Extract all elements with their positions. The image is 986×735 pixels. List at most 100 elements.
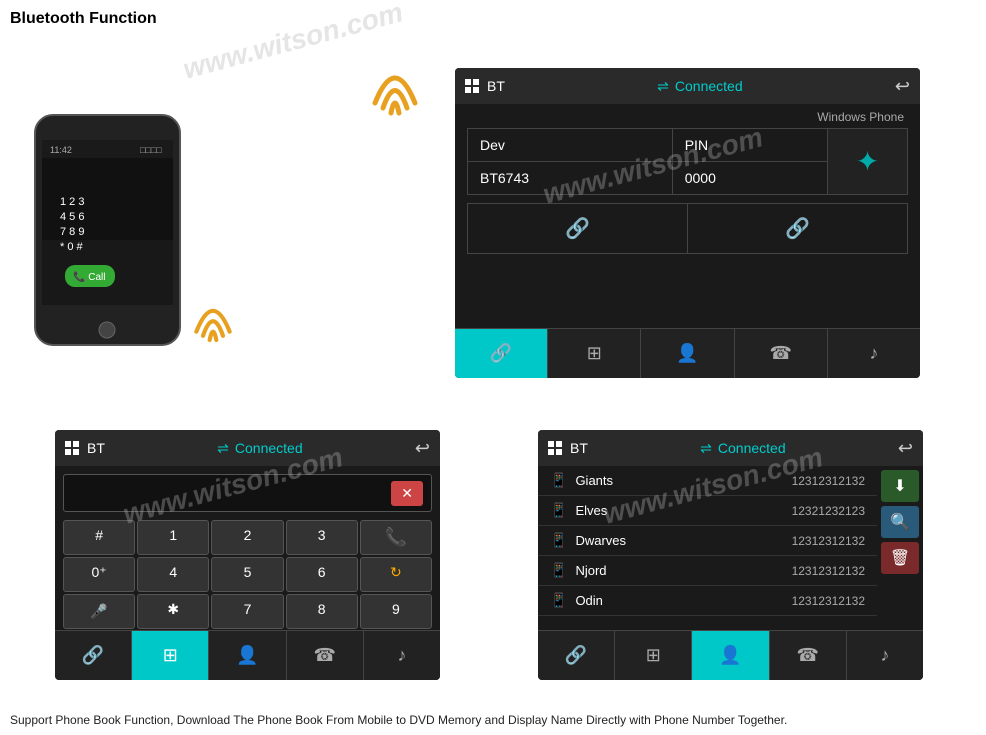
disconnect-action[interactable]: 🔗	[688, 204, 907, 253]
windows-phone-label: Windows Phone	[455, 104, 920, 128]
contact-name-elves: Elves	[575, 503, 791, 518]
key-call[interactable]: 📞	[360, 520, 432, 555]
phone-icon-njord: 📱	[550, 562, 567, 579]
contact-number-njord: 12312312132	[792, 564, 865, 578]
caption: Support Phone Book Function, Download Th…	[10, 713, 976, 727]
keypad-connected-arrows: ⇌	[217, 440, 229, 457]
grid-icon-keypad	[65, 441, 79, 455]
phone-illustration: 11:42 □□□□ 1 2 3 4 5 6 7 8 9 * 0 # 📞 Cal…	[30, 110, 210, 370]
svg-text:11:42: 11:42	[50, 145, 72, 155]
connected-arrows-icon: ⇌	[657, 78, 669, 95]
svg-text:7 8 9: 7 8 9	[60, 226, 84, 238]
key-2[interactable]: 2	[211, 520, 283, 555]
keypad-input: ✕	[63, 474, 432, 512]
screen-keypad-header: BT ⇌ Connected ↩	[55, 430, 440, 466]
contact-name-giants: Giants	[575, 473, 791, 488]
bt-icon-cell: ✦	[828, 129, 908, 195]
screen-contacts-status: ⇌ Connected	[700, 440, 785, 457]
screen-main-status: ⇌ Connected	[657, 78, 742, 95]
page-title: Bluetooth Function	[10, 10, 157, 28]
contact-giants[interactable]: 📱 Giants 12312312132	[538, 466, 877, 496]
key-6[interactable]: 6	[286, 557, 358, 592]
keypad-nav-phone[interactable]: ☎	[287, 631, 364, 680]
nav-tab-grid[interactable]: ⊞	[548, 329, 641, 378]
back-button-keypad[interactable]: ↩	[415, 438, 430, 459]
svg-text:1 2 3: 1 2 3	[60, 196, 84, 208]
contact-dwarves[interactable]: 📱 Dwarves 12312312132	[538, 526, 877, 556]
keypad-nav-music[interactable]: ♪	[364, 631, 440, 680]
screen-keypad-app-label: BT	[87, 440, 105, 456]
keypad-nav-link[interactable]: 🔗	[55, 631, 132, 680]
delete-button[interactable]: 🗑	[881, 542, 919, 574]
nav-tab-phone[interactable]: ☎	[735, 329, 828, 378]
contacts-nav-contacts[interactable]: 👤	[692, 631, 769, 680]
contacts-nav-link[interactable]: 🔗	[538, 631, 615, 680]
bt-device-table-container: Dev PIN ✦ BT6743 0000 🔗 🔗	[455, 128, 920, 254]
key-8[interactable]: 8	[286, 594, 358, 629]
key-7[interactable]: 7	[211, 594, 283, 629]
bluetooth-signal-top	[365, 48, 425, 130]
screen-contacts-header: BT ⇌ Connected ↩	[538, 430, 923, 466]
key-5[interactable]: 5	[211, 557, 283, 592]
screen-keypad-nav: 🔗 ⊞ 👤 ☎ ♪	[55, 630, 440, 680]
screen-keypad: BT ⇌ Connected ↩ ✕ # 1 2 3 📞 0⁺ 4 5 6 ↻ …	[55, 430, 440, 680]
phone-icon-elves: 📱	[550, 502, 567, 519]
connect-icon: 🔗	[565, 218, 590, 240]
key-3[interactable]: 3	[286, 520, 358, 555]
disconnect-icon: 🔗	[785, 218, 810, 240]
download-button[interactable]: ⬇	[881, 470, 919, 502]
nav-tab-music[interactable]: ♪	[828, 329, 920, 378]
screen-main-header-left: BT	[465, 78, 505, 94]
keypad-nav-contacts[interactable]: 👤	[209, 631, 286, 680]
contacts-content: 📱 Giants 12312312132 📱 Elves 12321232123…	[538, 466, 923, 616]
connect-action[interactable]: 🔗	[468, 204, 688, 253]
search-button[interactable]: 🔍	[881, 506, 919, 538]
bluetooth-icon: ✦	[856, 146, 879, 177]
back-button-contacts[interactable]: ↩	[898, 438, 913, 459]
contact-name-odin: Odin	[575, 593, 791, 608]
phone-icon-dwarves: 📱	[550, 532, 567, 549]
screen-keypad-header-left: BT	[65, 440, 105, 456]
action-row: 🔗 🔗	[467, 203, 908, 254]
key-hash[interactable]: #	[63, 520, 135, 555]
pin-header: PIN	[672, 129, 827, 162]
backspace-button[interactable]: ✕	[391, 481, 423, 506]
key-mic[interactable]: 🎤	[63, 594, 135, 629]
screen-main: BT ⇌ Connected ↩ Windows Phone Dev PIN ✦…	[455, 68, 920, 378]
side-actions: ⬇ 🔍 🗑	[877, 466, 923, 616]
grid-icon-contacts	[548, 441, 562, 455]
contact-name-dwarves: Dwarves	[575, 533, 791, 548]
phone-icon-giants: 📱	[550, 472, 567, 489]
dev-header: Dev	[468, 129, 673, 162]
contacts-arrows: ⇌	[700, 440, 712, 457]
contact-name-njord: Njord	[575, 563, 791, 578]
key-0plus[interactable]: 0⁺	[63, 557, 135, 592]
contacts-connected: Connected	[718, 440, 786, 456]
nav-tab-link[interactable]: 🔗	[455, 329, 548, 378]
contact-njord[interactable]: 📱 Njord 12312312132	[538, 556, 877, 586]
phone-icon-odin: 📱	[550, 592, 567, 609]
key-9[interactable]: 9	[360, 594, 432, 629]
screen-main-header: BT ⇌ Connected ↩	[455, 68, 920, 104]
contact-elves[interactable]: 📱 Elves 12321232123	[538, 496, 877, 526]
contacts-nav-phone[interactable]: ☎	[770, 631, 847, 680]
device-pin: 0000	[672, 162, 827, 195]
svg-text:📞 Call: 📞 Call	[73, 270, 105, 283]
contacts-nav-grid[interactable]: ⊞	[615, 631, 692, 680]
screen-keypad-status: ⇌ Connected	[217, 440, 302, 457]
screen-contacts-app-label: BT	[570, 440, 588, 456]
key-1[interactable]: 1	[137, 520, 209, 555]
key-refresh[interactable]: ↻	[360, 557, 432, 592]
keypad-nav-grid[interactable]: ⊞	[132, 631, 209, 680]
screen-main-app-label: BT	[487, 78, 505, 94]
contact-odin[interactable]: 📱 Odin 12312312132	[538, 586, 877, 616]
contacts-nav-music[interactable]: ♪	[847, 631, 923, 680]
back-button-main[interactable]: ↩	[895, 76, 910, 97]
key-star[interactable]: ✱	[137, 594, 209, 629]
contact-number-elves: 12321232123	[792, 504, 865, 518]
nav-tab-contacts[interactable]: 👤	[641, 329, 734, 378]
contact-number-dwarves: 12312312132	[792, 534, 865, 548]
screen-main-nav: 🔗 ⊞ 👤 ☎ ♪	[455, 328, 920, 378]
grid-icon	[465, 79, 479, 93]
key-4[interactable]: 4	[137, 557, 209, 592]
